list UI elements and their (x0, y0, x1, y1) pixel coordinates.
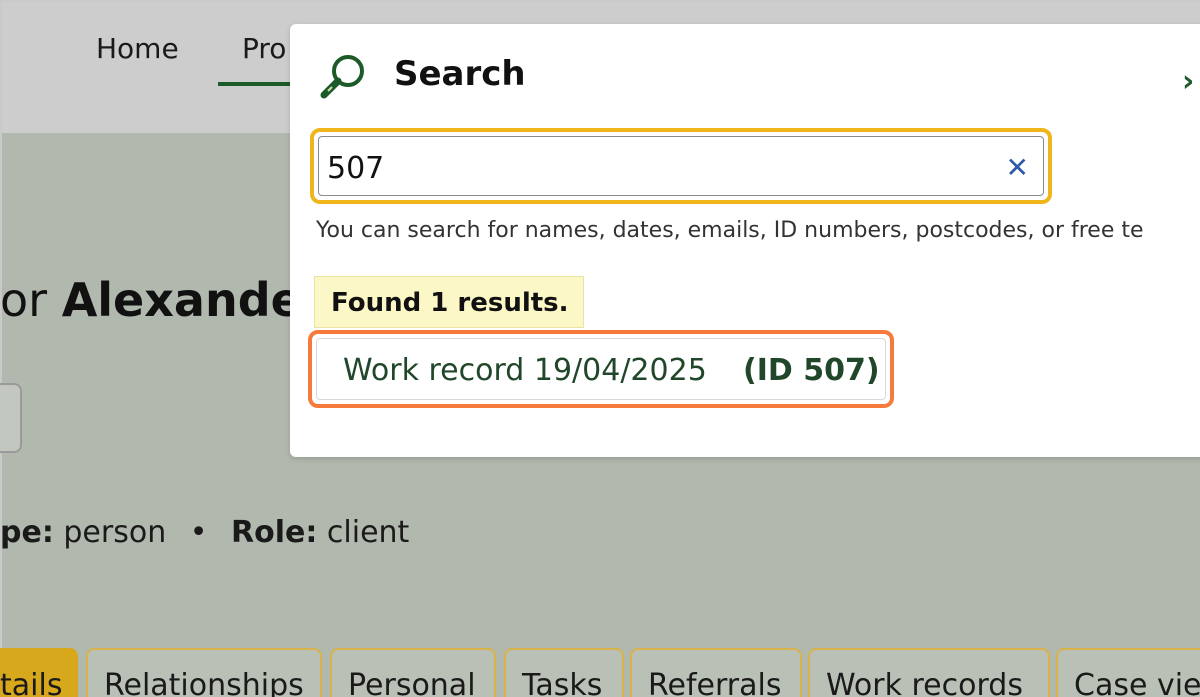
clear-search-icon[interactable]: ✕ (1006, 151, 1029, 184)
nav-home[interactable]: Home (96, 32, 179, 65)
role-label: Role: (231, 515, 318, 550)
search-input-box: ✕ (318, 136, 1044, 196)
tab-referrals[interactable]: Referrals (630, 648, 802, 697)
close-icon[interactable]: › (1182, 64, 1194, 99)
search-result-box: Work record 19/04/2025 (ID 507) (316, 338, 886, 400)
type-value: person (63, 515, 167, 550)
tab-case-view[interactable]: Case vie (1056, 648, 1200, 697)
app-frame: Home Pro or Alexander pe: person • Role:… (0, 0, 1200, 697)
result-label: Work record 19/04/2025 (343, 353, 707, 388)
tab-details[interactable]: tails (0, 648, 78, 697)
search-dialog: Search › ✕ You can search for names, dat… (290, 24, 1200, 457)
profile-meta: pe: person • Role: client (0, 515, 409, 550)
results-count-banner: Found 1 results. (314, 276, 584, 328)
search-title: Search (394, 54, 526, 94)
page-title: or Alexander (0, 273, 325, 327)
search-result-item[interactable]: Work record 19/04/2025 (ID 507) (308, 330, 894, 408)
tab-work-records[interactable]: Work records (808, 648, 1050, 697)
tab-tasks[interactable]: Tasks (504, 648, 624, 697)
client-name: Alexander (61, 273, 325, 327)
tab-personal[interactable]: Personal (330, 648, 496, 697)
tab-relationships[interactable]: Relationships (86, 648, 322, 697)
meta-separator: • (189, 515, 208, 550)
result-id: (ID 507) (743, 353, 880, 388)
nav-profile[interactable]: Pro (242, 32, 286, 65)
search-hint: You can search for names, dates, emails,… (316, 218, 1144, 243)
search-input[interactable] (325, 143, 989, 193)
magnifier-icon (320, 55, 364, 99)
search-input-focus-ring: ✕ (310, 128, 1052, 204)
side-button[interactable] (0, 383, 22, 453)
type-label: pe: (0, 515, 54, 550)
role-value: client (326, 515, 410, 550)
nav-active-indicator (218, 82, 298, 86)
